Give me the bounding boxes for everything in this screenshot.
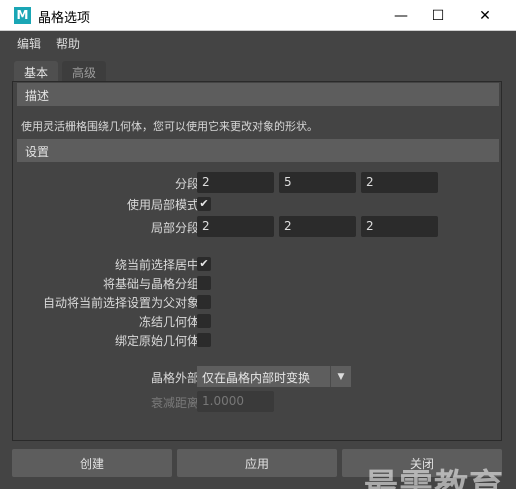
menu-help[interactable]: 帮助 [56, 35, 80, 52]
window-title: 晶格选项 [38, 11, 91, 26]
minimize-icon: — [394, 7, 408, 24]
options-panel: 描述 使用灵活栅格围绕几何体，您可以使用它来更改对象的形状。 设置 分段: 使用… [12, 81, 502, 441]
maximize-button[interactable]: ☐ [415, 0, 461, 31]
close-button[interactable]: 关闭 [342, 449, 502, 477]
tab-basic[interactable]: 基本 [14, 61, 59, 82]
title-bar: M 晶格选项 — ☐ ✕ [0, 0, 516, 31]
close-icon: ✕ [479, 7, 491, 24]
menu-edit[interactable]: 编辑 [17, 35, 41, 52]
bind-original-label: 绑定原始几何体: [114, 334, 203, 348]
chevron-down-icon: ▼ [330, 366, 351, 387]
local-divisions-t-field[interactable]: 2 [279, 216, 356, 237]
parent-selection-checkbox[interactable] [197, 295, 211, 309]
menu-bar: 编辑 帮助 [0, 31, 516, 55]
divisions-u-field[interactable]: 2 [361, 172, 438, 193]
divisions-s-field[interactable]: 2 [197, 172, 274, 193]
lattice-options-dialog: 编辑 帮助 基本 高级 描述 使用灵活栅格围绕几何体，您可以使用它来更改对象的形… [0, 31, 516, 489]
bind-original-checkbox[interactable] [197, 333, 211, 347]
local-divisions-s-field[interactable]: 2 [197, 216, 274, 237]
local-divisions-label: 局部分段: [150, 221, 203, 235]
parent-selection-label: 自动将当前选择设置为父对象: [42, 296, 203, 310]
apply-button[interactable]: 应用 [177, 449, 337, 477]
maya-app-icon: M [14, 7, 31, 24]
tab-advanced[interactable]: 高级 [62, 61, 107, 82]
create-button[interactable]: 创建 [12, 449, 172, 477]
local-divisions-u-field[interactable]: 2 [361, 216, 438, 237]
falloff-distance-field: 1.0000 [197, 391, 274, 412]
close-window-button[interactable]: ✕ [462, 0, 508, 31]
outside-lattice-value: 仅在晶格内部时变换 [202, 371, 311, 385]
maximize-icon: ☐ [431, 7, 445, 24]
falloff-distance-label: 衰减距离: [150, 396, 203, 410]
group-base-lattice-checkbox[interactable] [197, 276, 211, 290]
freeze-geometry-label: 冻结几何体: [138, 315, 203, 329]
center-selection-label: 绕当前选择居中: [114, 258, 203, 272]
group-base-lattice-label: 将基础与晶格分组: [102, 277, 203, 291]
outside-lattice-dropdown[interactable]: 仅在晶格内部时变换 ▼ [197, 366, 351, 387]
outside-lattice-label: 晶格外部: [150, 371, 203, 385]
use-local-mode-checkbox[interactable]: ✔ [197, 197, 211, 211]
divisions-t-field[interactable]: 5 [279, 172, 356, 193]
freeze-geometry-checkbox[interactable] [197, 314, 211, 328]
use-local-mode-label: 使用局部模式: [126, 198, 203, 212]
center-selection-checkbox[interactable]: ✔ [197, 257, 211, 271]
tab-strip: 基本 高级 [12, 61, 502, 83]
